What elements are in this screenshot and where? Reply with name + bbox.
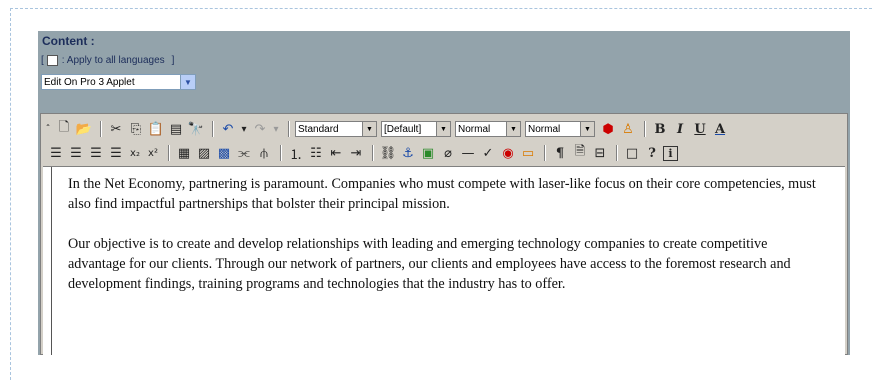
toolbar-separator: [280, 145, 282, 161]
bold-button[interactable]: B: [651, 120, 669, 138]
spellcheck-icon[interactable]: ✓: [479, 144, 497, 162]
horizontal-rule-icon[interactable]: —: [459, 144, 477, 162]
split-cell-icon[interactable]: ⫘: [235, 144, 253, 162]
toolbar-separator: [212, 121, 214, 137]
find-icon[interactable]: 🔭: [187, 120, 205, 138]
undo-icon[interactable]: ↶: [219, 120, 237, 138]
container-border-top: [10, 8, 872, 9]
help-button[interactable]: ?: [643, 144, 661, 162]
font-color-button[interactable]: A: [711, 120, 729, 138]
format-select-value: Normal: [528, 123, 561, 135]
container-border-left: [10, 8, 11, 380]
page-properties-icon[interactable]: 🗎: [571, 144, 589, 162]
chevron-down-icon[interactable]: ▼: [362, 122, 376, 136]
anchor-icon[interactable]: ⚓: [399, 144, 417, 162]
toolbar-separator: [372, 145, 374, 161]
rich-text-editor: ˆ 🗋 📂 ✂ ⎘ 📋 ▤ 🔭 ↶ ▾ ↷ ▾ Standard ▼ [Defa…: [40, 113, 848, 355]
chevron-down-icon[interactable]: ▼: [580, 122, 594, 136]
size-select-value: Normal: [458, 123, 491, 135]
insert-object-icon[interactable]: ◉: [499, 144, 517, 162]
toolbar-row-1: ˆ 🗋 📂 ✂ ⎘ 📋 ▤ 🔭 ↶ ▾ ↷ ▾ Standard ▼ [Defa…: [43, 118, 731, 140]
highlight-color-icon[interactable]: ⬢: [599, 120, 617, 138]
cell-properties-icon[interactable]: ▩: [215, 144, 233, 162]
subscript-button[interactable]: x₂: [127, 144, 143, 162]
new-document-icon[interactable]: 🗋: [55, 120, 73, 138]
toolbar-row-2: ☰ ☰ ☰ ☰ x₂ x² ▦ ▨ ▩ ⫘ ⫛ ⒈ ☷ ⇤ ⇥ ⛓ ⚓ ▣ ⌀ …: [47, 142, 680, 164]
fullscreen-icon[interactable]: □: [623, 144, 641, 162]
chevron-down-icon[interactable]: ▼: [180, 75, 195, 89]
italic-button[interactable]: I: [671, 120, 689, 138]
info-button[interactable]: i: [663, 145, 678, 161]
font-select-value: [Default]: [384, 123, 422, 135]
indent-icon[interactable]: ⇥: [347, 144, 365, 162]
copy-icon[interactable]: ⎘: [127, 120, 145, 138]
toolbar-separator: [644, 121, 646, 137]
align-left-icon[interactable]: ☰: [47, 144, 65, 162]
chevron-down-icon[interactable]: ▼: [436, 122, 450, 136]
align-right-icon[interactable]: ☰: [87, 144, 105, 162]
size-select[interactable]: Normal ▼: [455, 121, 521, 137]
style-select-value: Standard: [298, 123, 339, 135]
insert-image-icon[interactable]: ▣: [419, 144, 437, 162]
redo-dropdown-icon[interactable]: ▾: [271, 120, 281, 138]
align-center-icon[interactable]: ☰: [67, 144, 85, 162]
redo-icon[interactable]: ↷: [251, 120, 269, 138]
apply-all-languages-row: [ : Apply to all languages ]: [41, 52, 174, 68]
paste-text-icon[interactable]: ▤: [167, 120, 185, 138]
editor-applet-select[interactable]: Edit On Pro 3 Applet ▼: [41, 74, 196, 90]
outdent-icon[interactable]: ⇤: [327, 144, 345, 162]
collapse-toolbar-icon[interactable]: ˆ: [43, 120, 53, 138]
document-paragraph: Our objective is to create and develop r…: [68, 236, 791, 292]
marker-icon[interactable]: ♙: [619, 120, 637, 138]
underline-button[interactable]: U: [691, 120, 709, 138]
merge-cell-icon[interactable]: ⫛: [255, 144, 273, 162]
toolbar-separator: [288, 121, 290, 137]
bullet-list-icon[interactable]: ☷: [307, 144, 325, 162]
justify-icon[interactable]: ☰: [107, 144, 125, 162]
editor-applet-value: Edit On Pro 3 Applet: [44, 76, 135, 88]
table-properties-icon[interactable]: ▨: [195, 144, 213, 162]
content-label: Content :: [42, 34, 95, 48]
style-select[interactable]: Standard ▼: [295, 121, 377, 137]
toolbar-separator: [544, 145, 546, 161]
insert-form-icon[interactable]: ▭: [519, 144, 537, 162]
toolbar-separator: [168, 145, 170, 161]
document-area[interactable]: In the Net Economy, partnering is paramo…: [43, 166, 845, 355]
undo-dropdown-icon[interactable]: ▾: [239, 120, 249, 138]
superscript-button[interactable]: x²: [145, 144, 161, 162]
bracket-close: ]: [171, 54, 175, 66]
apply-all-languages-label: : Apply to all languages: [61, 54, 165, 66]
format-select[interactable]: Normal ▼: [525, 121, 595, 137]
source-view-icon[interactable]: ⊟: [591, 144, 609, 162]
cut-icon[interactable]: ✂: [107, 120, 125, 138]
numbered-list-icon[interactable]: ⒈: [287, 144, 305, 163]
document-content[interactable]: In the Net Economy, partnering is paramo…: [68, 174, 828, 314]
chevron-down-icon[interactable]: ▼: [506, 122, 520, 136]
toolbar-separator: [100, 121, 102, 137]
apply-all-languages-checkbox[interactable]: [46, 54, 58, 66]
font-select[interactable]: [Default] ▼: [381, 121, 451, 137]
document-paragraph: In the Net Economy, partnering is paramo…: [68, 176, 816, 212]
show-paragraph-button[interactable]: ¶: [551, 144, 569, 162]
content-field-panel: Content : [ : Apply to all languages ] E…: [38, 31, 850, 355]
insert-table-icon[interactable]: ▦: [175, 144, 193, 162]
toolbar-separator: [616, 145, 618, 161]
link-icon[interactable]: ⛓: [379, 144, 397, 162]
bracket-open: [: [41, 54, 44, 66]
open-folder-icon[interactable]: 📂: [75, 120, 93, 138]
attachment-icon[interactable]: ⌀: [439, 144, 457, 162]
paste-icon[interactable]: 📋: [147, 120, 165, 138]
document-margin-line: [51, 167, 52, 355]
